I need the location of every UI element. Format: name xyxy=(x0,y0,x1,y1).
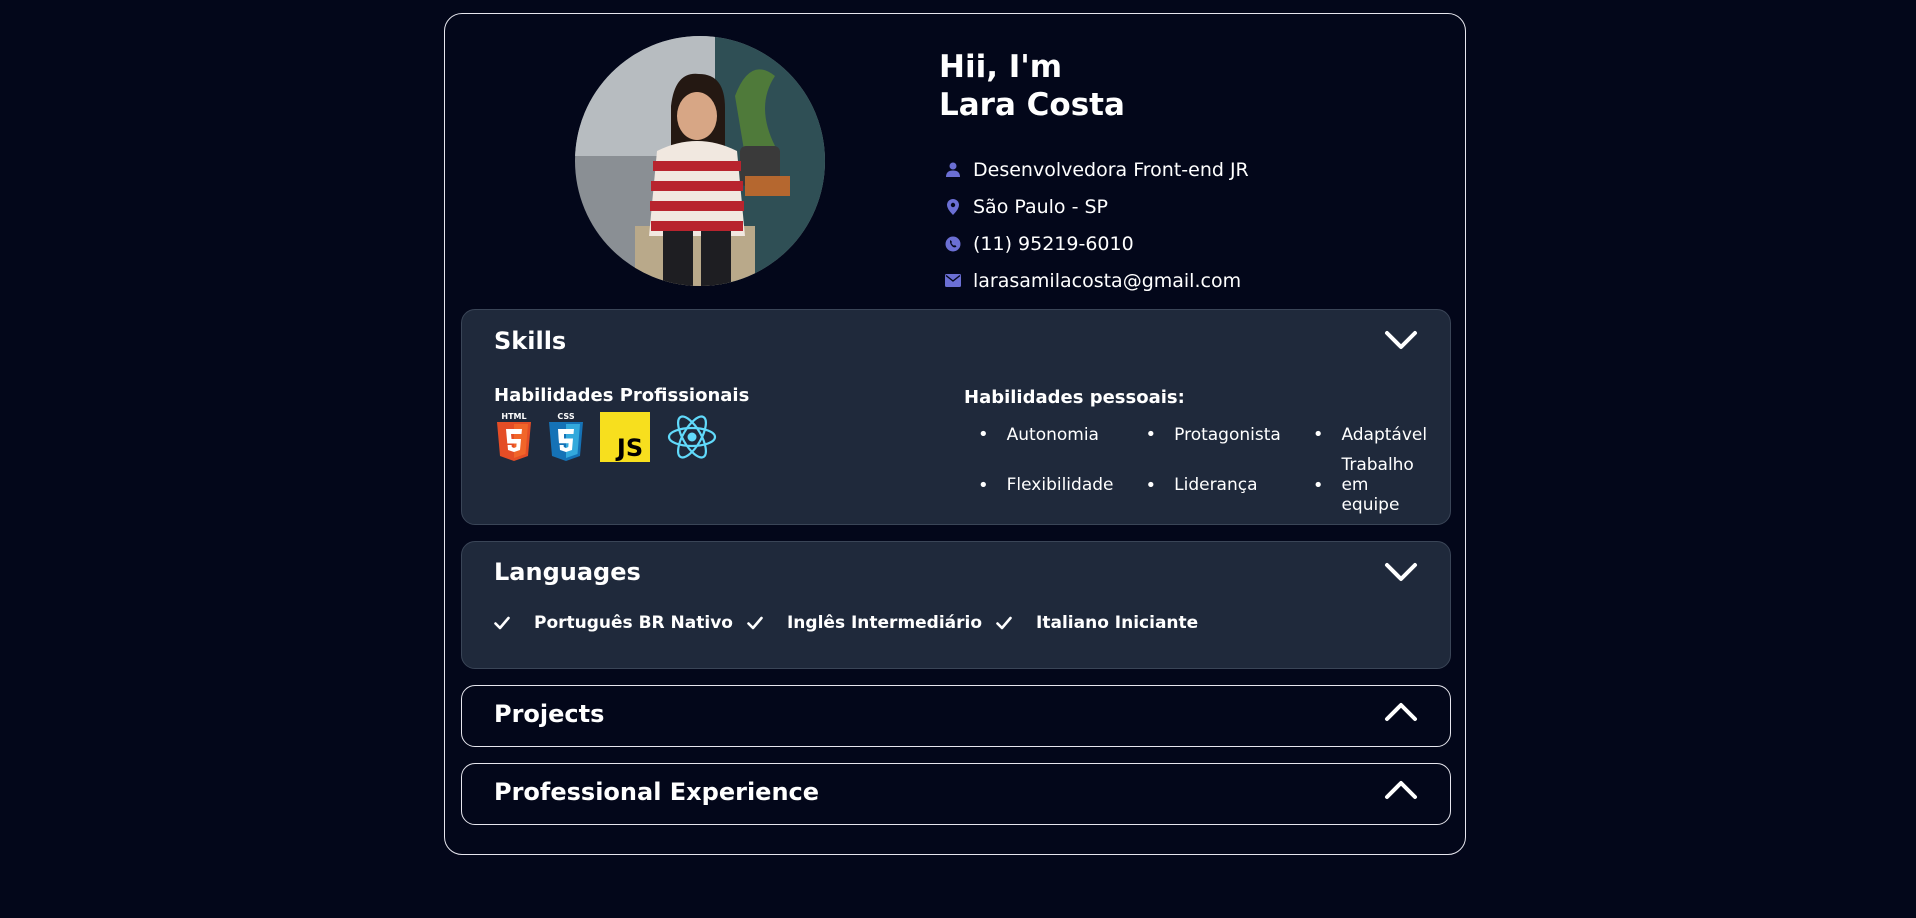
location-row: São Paulo - SP xyxy=(945,188,1249,225)
language-label: Inglês Intermediário xyxy=(786,613,983,633)
languages-title[interactable]: Languages xyxy=(494,558,641,586)
contact-info: Desenvolvedora Front-end JR São Paulo - … xyxy=(945,151,1249,299)
html5-label: HTML xyxy=(501,412,526,421)
professional-skills-title: Habilidades Profissionais xyxy=(494,385,750,406)
list-item: Português BR Nativo xyxy=(494,613,733,633)
role-row: Desenvolvedora Front-end JR xyxy=(945,151,1249,188)
languages-list: Português BR Nativo Inglês Intermediário… xyxy=(494,613,1212,633)
list-item: Inglês Intermediário xyxy=(747,613,982,633)
greeting-heading: Hii, I'm Lara Costa xyxy=(939,48,1125,124)
css3-icon: CSS xyxy=(546,412,586,466)
tech-logos: HTML CSS JS xyxy=(494,412,749,466)
html5-icon: HTML xyxy=(494,412,534,466)
check-icon xyxy=(747,616,763,630)
list-item: Autonomia xyxy=(964,424,1114,445)
person-icon xyxy=(945,162,961,178)
chevron-down-icon[interactable] xyxy=(1384,562,1418,584)
js-label: JS xyxy=(615,434,643,462)
list-item: Italiano Iniciante xyxy=(996,613,1198,633)
projects-panel[interactable]: Projects xyxy=(461,685,1451,747)
personal-skills: Habilidades pessoais: Autonomia Protagon… xyxy=(964,387,1427,516)
check-icon xyxy=(494,616,510,630)
language-label: Português BR Nativo xyxy=(534,613,733,633)
list-item: Trabalho em equipe xyxy=(1299,455,1427,515)
list-item: Protagonista xyxy=(1132,424,1281,445)
location-pin-icon xyxy=(945,198,961,215)
role-text: Desenvolvedora Front-end JR xyxy=(973,158,1249,181)
list-item: Flexibilidade xyxy=(964,455,1114,515)
languages-panel: Languages Português BR Nativo Inglês Int… xyxy=(461,541,1451,669)
list-item: Adaptável xyxy=(1299,424,1427,445)
react-icon xyxy=(666,412,718,466)
language-label: Italiano Iniciante xyxy=(1036,613,1199,633)
experience-title[interactable]: Professional Experience xyxy=(494,778,819,806)
greeting-text: Hii, I'm xyxy=(939,49,1063,85)
phone-text: (11) 95219-6010 xyxy=(973,232,1134,255)
check-icon xyxy=(996,616,1012,630)
list-item: Liderança xyxy=(1132,455,1281,515)
whatsapp-icon xyxy=(945,236,961,252)
experience-panel[interactable]: Professional Experience xyxy=(461,763,1451,825)
email-row: larasamilacosta@gmail.com xyxy=(945,262,1249,299)
chevron-up-icon[interactable] xyxy=(1384,700,1418,722)
css3-label: CSS xyxy=(557,412,574,421)
projects-title[interactable]: Projects xyxy=(494,700,604,728)
personal-skills-title: Habilidades pessoais: xyxy=(964,387,1185,408)
skills-panel: Skills Habilidades Profissionais HTML CS… xyxy=(461,309,1451,525)
mail-icon xyxy=(945,273,961,289)
chevron-up-icon[interactable] xyxy=(1384,778,1418,800)
avatar xyxy=(575,36,825,286)
phone-row: (11) 95219-6010 xyxy=(945,225,1249,262)
chevron-down-icon[interactable] xyxy=(1384,330,1418,352)
email-text[interactable]: larasamilacosta@gmail.com xyxy=(973,270,1241,292)
js-icon: JS xyxy=(600,412,650,466)
skills-title[interactable]: Skills xyxy=(494,327,566,355)
personal-skills-list: Autonomia Protagonista Adaptável Flexibi… xyxy=(964,424,1427,516)
professional-skills: Habilidades Profissionais HTML CSS JS xyxy=(494,385,749,466)
location-text: São Paulo - SP xyxy=(973,195,1109,218)
name-text: Lara Costa xyxy=(939,87,1125,123)
